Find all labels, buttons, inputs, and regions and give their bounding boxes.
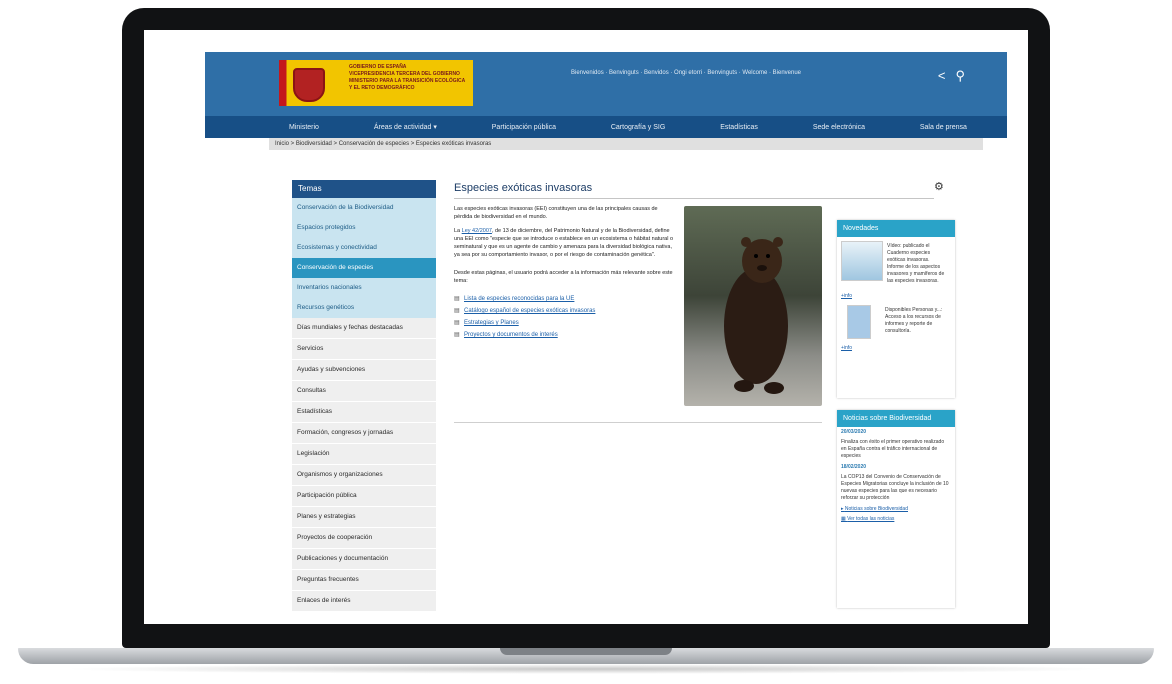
news-item-1-link[interactable]: +info [837, 291, 955, 301]
nav-item-sede[interactable]: Sede electrónica [813, 124, 865, 131]
sidebar-item[interactable]: Inventarios nacionales [292, 278, 436, 298]
sidebar-item[interactable]: Servicios [292, 339, 436, 360]
sidebar-item[interactable]: Ecosistemas y conectividad [292, 238, 436, 258]
sidebar-item[interactable]: Preguntas frecuentes [292, 570, 436, 591]
news-item-1: Vídeo: publicado el Cuaderno especies ex… [837, 237, 955, 291]
document-thumbnail-icon [847, 305, 871, 339]
news-box: Novedades Vídeo: publicado el Cuaderno e… [837, 220, 955, 398]
site-header: GOBIERNO DE ESPAÑA VICEPRESIDENCIA TERCE… [205, 52, 1007, 116]
news-headline[interactable]: La COP13 del Convenio de Conservación de… [837, 472, 955, 504]
sidebar-item[interactable]: Espacios protegidos [292, 218, 436, 238]
mink-illustration [724, 237, 788, 394]
sidebar-item[interactable]: Formación, congresos y jornadas [292, 423, 436, 444]
logo-line-2: VICEPRESIDENCIA TERCERA DEL GOBIERNO [349, 71, 460, 77]
sidebar-item[interactable]: Publicaciones y documentación [292, 549, 436, 570]
sidebar-title: Temas [292, 180, 436, 198]
laptop-screen: GOBIERNO DE ESPAÑA VICEPRESIDENCIA TERCE… [144, 30, 1028, 624]
biodiversity-news-box: Noticias sobre Biodiversidad 20/03/2020 … [837, 410, 955, 608]
biodiversity-news-title: Noticias sobre Biodiversidad [837, 410, 955, 427]
news-item-2-link[interactable]: +info [837, 343, 955, 353]
law-paragraph: La Ley 42/2007, de 13 de diciembre, del … [454, 227, 674, 259]
nav-item-ministerio[interactable]: Ministerio [289, 124, 319, 131]
language-links[interactable]: Bienvenidos · Benvinguts · Benvidos · On… [571, 70, 801, 76]
nav-item-participacion[interactable]: Participación pública [492, 124, 556, 131]
content-divider [454, 422, 822, 423]
logo-text: GOBIERNO DE ESPAÑA VICEPRESIDENCIA TERCE… [343, 60, 473, 106]
news-title: Novedades [837, 220, 955, 237]
all-news-link[interactable]: ▦ Ver todas las noticias [837, 514, 955, 524]
sidebar-item[interactable]: Ayudas y subvenciones [292, 360, 436, 381]
law-link[interactable]: Ley 42/2007 [462, 228, 492, 234]
website: GOBIERNO DE ESPAÑA VICEPRESIDENCIA TERCE… [205, 52, 1007, 150]
news-date: 20/03/2020 [841, 429, 867, 435]
sidebar-item[interactable]: Recursos genéticos [292, 298, 436, 318]
news-item-1-text: Vídeo: publicado el Cuaderno especies ex… [887, 243, 945, 284]
intro-paragraph: Las especies exóticas invasoras (EEI) co… [454, 206, 658, 220]
sidebar-item[interactable]: Participación pública [292, 486, 436, 507]
laptop-shadow [60, 664, 1112, 674]
american-mink-photo [684, 206, 822, 406]
news-item-2: Disponibles Personas y...: Acceso a los … [837, 301, 955, 343]
main-nav: Ministerio Áreas de actividad ▾ Particip… [205, 116, 1007, 138]
breadcrumb[interactable]: Inicio > Biodiversidad > Conservación de… [269, 138, 983, 150]
share-icon[interactable]: < [938, 68, 946, 84]
law-prefix: La [454, 228, 462, 234]
nav-item-cartografia[interactable]: Cartografía y SIG [611, 124, 665, 131]
page-title: Especies exóticas invasoras [454, 182, 934, 199]
sidebar-item[interactable]: Legislación [292, 444, 436, 465]
page-title-text: Especies exóticas invasoras [454, 182, 593, 194]
nav-item-areas[interactable]: Áreas de actividad ▾ [374, 123, 437, 131]
rss-link[interactable]: ▸ Noticias sobre Biodiversidad [837, 504, 955, 514]
news-item-2-text: Disponibles Personas y...: Acceso a los … [885, 307, 943, 334]
nav-item-prensa[interactable]: Sala de prensa [920, 124, 967, 131]
sidebar-item[interactable]: Días mundiales y fechas destacadas [292, 318, 436, 339]
rss-link-text: Noticias sobre Biodiversidad [844, 506, 908, 512]
sidebar-item[interactable]: Estadísticas [292, 402, 436, 423]
government-logo[interactable]: GOBIERNO DE ESPAÑA VICEPRESIDENCIA TERCE… [279, 60, 473, 106]
news-date: 18/02/2020 [841, 464, 867, 470]
news-headline[interactable]: Finaliza con éxito el primer operativo r… [837, 437, 955, 462]
coat-of-arms-icon [293, 68, 325, 102]
nav-item-estadisticas[interactable]: Estadísticas [720, 124, 758, 131]
search-icon[interactable]: ⚲ [955, 68, 965, 84]
sidebar-item[interactable]: Proyectos de cooperación [292, 528, 436, 549]
access-paragraph: Desde estas páginas, el usuario podrá ac… [454, 270, 673, 284]
settings-icon[interactable]: ⚙ [934, 180, 1016, 193]
all-news-link-text: Ver todas las noticias [847, 516, 895, 522]
sidebar-item[interactable]: Enlaces de interés [292, 591, 436, 612]
sidebar-item[interactable]: Organismos y organizaciones [292, 465, 436, 486]
logo-line-3: MINISTERIO PARA LA TRANSICIÓN ECOLÓGICA … [349, 78, 466, 91]
flag-emblem [279, 60, 343, 106]
laptop-notch [500, 648, 672, 655]
logo-line-1: GOBIERNO DE ESPAÑA [349, 64, 407, 70]
sidebar-item[interactable]: Consultas [292, 381, 436, 402]
sidebar: Temas Conservación de la Biodiversidad E… [292, 180, 436, 612]
news-thumbnail-icon [841, 241, 883, 281]
header-icons: < ⚲ [938, 68, 965, 84]
sidebar-item[interactable]: Planes y estrategias [292, 507, 436, 528]
sidebar-item-active[interactable]: Conservación de especies [292, 258, 436, 278]
sidebar-item[interactable]: Conservación de la Biodiversidad [292, 198, 436, 218]
